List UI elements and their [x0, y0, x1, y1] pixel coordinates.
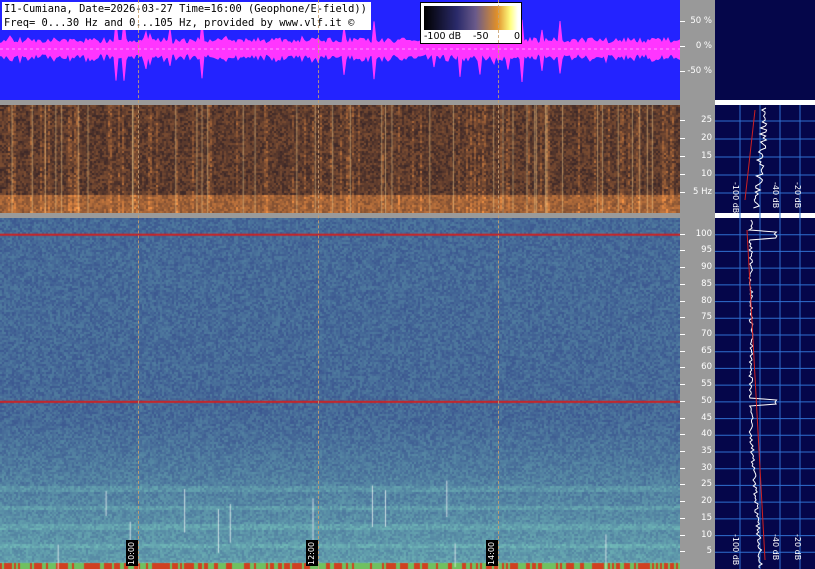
spectrogram-high-tick-label: 30: [680, 463, 715, 473]
spectrogram-high-tick-label: 5: [680, 546, 715, 556]
spectrogram-high-tick-label: 100: [680, 229, 715, 239]
chart-title: I1-Cumiana, Date=2026-03-27 Time=16:00 (…: [2, 2, 371, 30]
time-label-1200: 12:00: [306, 540, 318, 566]
spectrogram-high-tick-label: 80: [680, 296, 715, 306]
spectrogram-high-tick-label: 15: [680, 513, 715, 523]
spectrogram-low-tick-label: 25: [680, 115, 715, 125]
spectrogram-high-tick-label: 45: [680, 413, 715, 423]
spectrogram-high-tick-label: 20: [680, 496, 715, 506]
side-low-label-minus40: -40 dB: [771, 182, 780, 208]
spectrogram-low-tick-label: 15: [680, 151, 715, 161]
side-high-label-minus20: -20 dB: [793, 534, 802, 560]
spectrogram-low-canvas: [0, 105, 680, 213]
side-high-label-minus40: -40 dB: [771, 534, 780, 560]
spectrogram-high-tick-label: 35: [680, 446, 715, 456]
side-fit-line-low: [744, 109, 756, 201]
spectrogram-high-tick-label: 50: [680, 396, 715, 406]
time-label-1400: 14:00: [486, 540, 498, 566]
spectrogram-high-panel: [0, 218, 680, 569]
spectrogram-high-canvas: [0, 218, 680, 569]
spectrogram-high-tick-label: 85: [680, 279, 715, 289]
y-axis-bar: 50 % 0 % -50 % 25 20 15 10 5 Hz 100 95 90 85 80 75 70 6…: [680, 0, 715, 569]
waveform-tick-label: 0 %: [680, 41, 715, 51]
side-low-label-minus100: -100 dB: [731, 182, 740, 213]
title-line-2: Freq= 0...30 Hz and 0...105 Hz, provided…: [4, 17, 355, 29]
spectrogram-high-tick-label: 40: [680, 429, 715, 439]
spectrogram-low-panel: [0, 105, 680, 213]
scale-min-label: -100 dB: [424, 31, 462, 42]
side-spectrum-svg: -100 dB -40 dB -20 dB -100 dB -40 dB -20 dB: [715, 100, 815, 569]
title-line-1: I1-Cumiana, Date=2026-03-27 Time=16:00 (…: [4, 3, 367, 15]
waveform-tick-label: 50 %: [680, 16, 715, 26]
time-gridline: [318, 0, 319, 569]
spectrogram-high-tick-label: 75: [680, 312, 715, 322]
spectrogram-high-tick-label: 95: [680, 245, 715, 255]
spectrogram-low-tick-label: 20: [680, 133, 715, 143]
color-scale-legend: -100 dB -50 0: [420, 2, 522, 44]
time-gridline: [498, 0, 499, 569]
side-separator: [715, 100, 815, 105]
waveform-tick-label: -50 %: [680, 66, 715, 76]
spectrogram-high-tick-label: 55: [680, 379, 715, 389]
spectrogram-high-tick-label: 10: [680, 530, 715, 540]
spectrogram-high-tick-label: 70: [680, 329, 715, 339]
side-high-label-minus100: -100 dB: [731, 534, 740, 565]
spectrum-side-panel: -100 dB -40 dB -20 dB -100 dB -40 dB -20 dB: [715, 0, 815, 569]
color-scale-gradient: [424, 6, 518, 30]
scale-max-label: 0: [514, 31, 521, 42]
spectrogram-high-tick-label: 60: [680, 362, 715, 372]
spectrogram-low-tick-label: 10: [680, 169, 715, 179]
spectrogram-high-tick-label: 65: [680, 346, 715, 356]
side-low-label-minus20: -20 dB: [793, 182, 802, 208]
spectrogram-high-tick-label: 25: [680, 479, 715, 489]
scale-mid-label: -50: [473, 31, 489, 42]
spectrogram-high-tick-label: 90: [680, 262, 715, 272]
time-gridline: [138, 0, 139, 569]
spectrogram-low-tick-label: 5 Hz: [680, 187, 715, 197]
time-label-1000: 10:00: [126, 540, 138, 566]
